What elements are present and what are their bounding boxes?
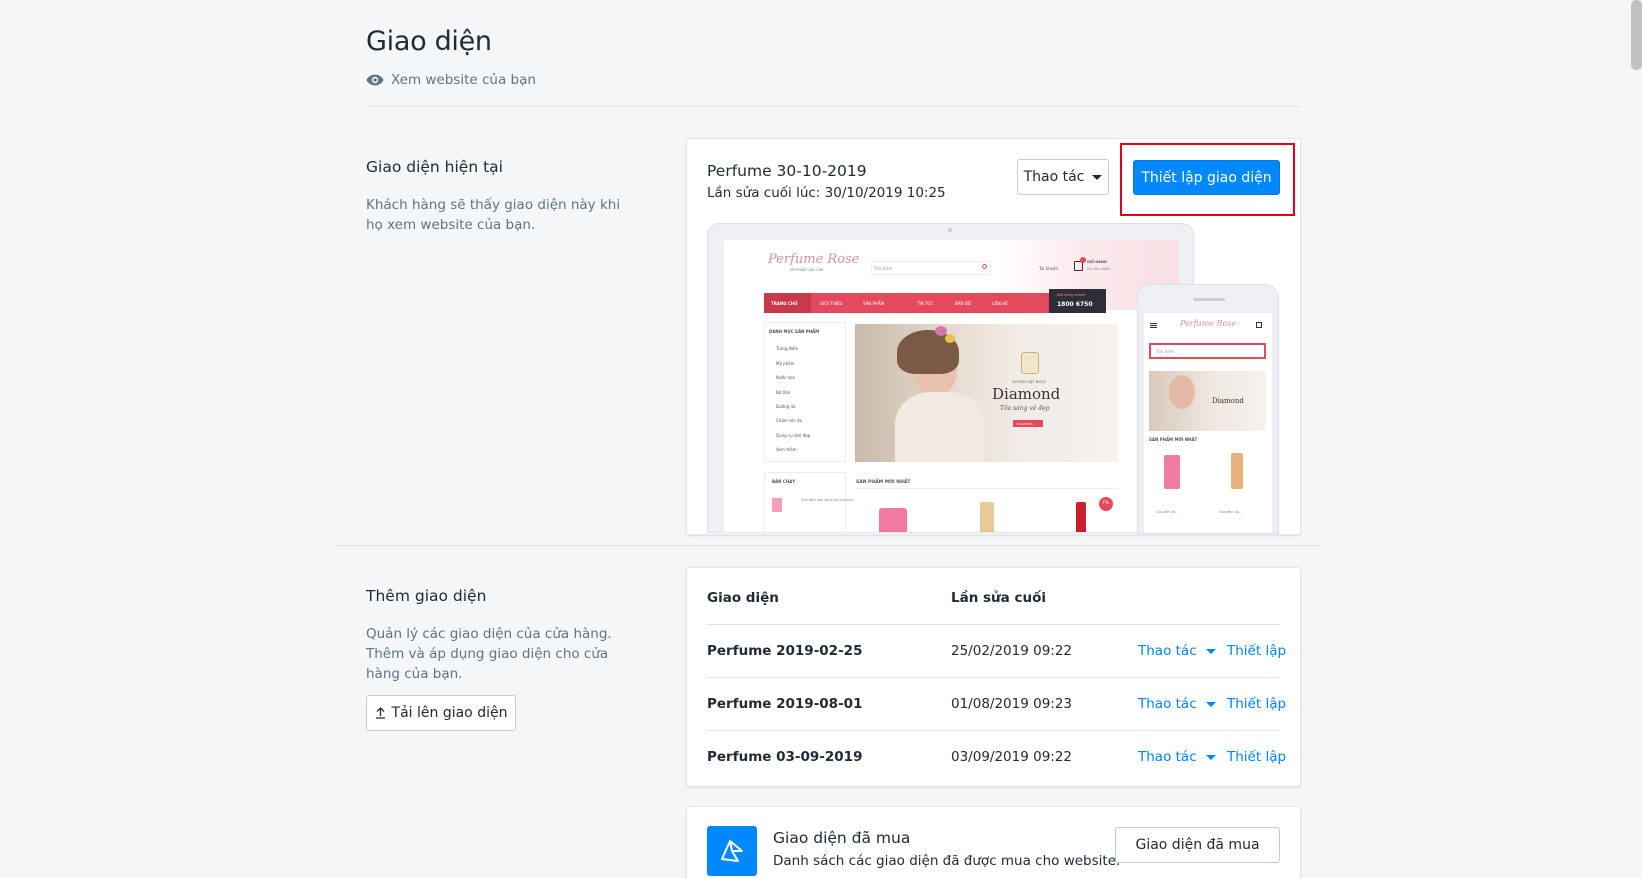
preview-nav-4: TIN TỨC xyxy=(917,301,934,306)
add-theme-desc: Quản lý các giao diện của cửa hàng. Thêm… xyxy=(366,626,612,682)
preview-banner-button: KHÁM PHÁ xyxy=(1017,422,1033,426)
caret-down-icon xyxy=(1092,174,1103,180)
last-edited-text: Lần sửa cuối lúc: 30/10/2019 10:25 xyxy=(707,185,946,201)
theme-row-actions-label: Thao tác xyxy=(1138,749,1197,765)
preview-hotline-label: Đặt hàng nhanh xyxy=(1057,293,1086,297)
preview-nav-3: SẢN PHẨM xyxy=(863,301,885,306)
col-theme-header: Giao diện xyxy=(707,590,779,606)
desktop-preview-screen: Perfume Rose MỸ PHẨM CAO CẤP Tìm kiếm Tà… xyxy=(724,240,1179,532)
mobile-item-2: Sữa tắm Sp... xyxy=(1219,510,1243,514)
theme-actions-dropdown[interactable]: Thao tác xyxy=(1017,159,1109,195)
col-edited-header: Lần sửa cuối xyxy=(951,590,1046,606)
add-theme-title: Thêm giao diện xyxy=(366,587,487,605)
preview-cat-6: Chăm sóc da xyxy=(776,418,802,423)
eye-icon xyxy=(366,74,384,86)
preview-cart: GIỎ HÀNG xyxy=(1087,260,1107,264)
desktop-preview: Perfume Rose MỸ PHẨM CAO CẤP Tìm kiếm Tà… xyxy=(707,223,1194,533)
mobile-preview-screen: Perfume Rose Tìm kiếm Diamond SẢN PHẨM M… xyxy=(1144,313,1272,533)
preview-search: Tìm kiếm xyxy=(874,266,893,271)
purchased-themes-icon xyxy=(707,826,757,876)
current-theme-title: Giao diện hiện tại xyxy=(366,158,503,176)
page-title: Giao diện xyxy=(366,26,492,57)
preview-cat-8: Xem thêm xyxy=(776,447,797,452)
preview-banner xyxy=(855,324,1118,462)
theme-row-actions-label: Thao tác xyxy=(1138,643,1197,659)
current-theme-desc: Khách hàng sẽ thấy giao diện này khi họ … xyxy=(366,197,621,233)
preview-cat-1: Trang điểm xyxy=(776,346,799,351)
preview-banner-title: Diamond xyxy=(992,385,1061,403)
scrollbar-thumb[interactable] xyxy=(1631,0,1642,70)
theme-row-name: Perfume 2019-08-01 xyxy=(707,696,863,712)
preview-logo-sub: MỸ PHẨM CAO CẤP xyxy=(790,268,824,272)
row-divider xyxy=(707,730,1280,731)
theme-row-setup-link[interactable]: Thiết lập xyxy=(1227,643,1286,659)
header-divider xyxy=(366,106,1300,107)
preview-nav-6: LIÊN HỆ xyxy=(992,301,1008,306)
view-website-label: Xem website của bạn xyxy=(391,72,536,88)
preview-new-products: SẢN PHẨM MỚI NHẤT xyxy=(856,480,911,485)
preview-cart-sub: (0) sản phẩm xyxy=(1087,267,1111,271)
preview-bestseller-item: Sữa tắm làm sáng da Victoria xyxy=(801,498,853,502)
preview-hotline: 1800 6750 xyxy=(1057,301,1093,308)
mobile-banner-title: Diamond xyxy=(1212,397,1244,405)
preview-cat-4: Bộ tắm xyxy=(776,390,791,395)
purchased-themes-button[interactable]: Giao diện đã mua xyxy=(1115,827,1280,863)
theme-row-actions[interactable]: Thao tác xyxy=(1138,696,1216,712)
caret-down-icon xyxy=(1205,648,1216,654)
theme-row-actions-label: Thao tác xyxy=(1138,696,1197,712)
preview-cat-7: Dụng cụ làm đẹp xyxy=(776,433,811,438)
preview-nav-1: TRANG CHỦ xyxy=(771,301,798,306)
preview-account: Tài khoản xyxy=(1039,266,1059,271)
theme-actions-label: Thao tác xyxy=(1023,169,1085,185)
theme-row-date: 25/02/2019 09:22 xyxy=(951,643,1073,659)
mobile-logo: Perfume Rose xyxy=(1180,319,1237,328)
theme-row-actions[interactable]: Thao tác xyxy=(1138,749,1216,765)
purchased-themes-desc: Danh sách các giao diện đã được mua cho … xyxy=(773,853,1121,869)
mobile-item-1: Sữa tắm tẩ... xyxy=(1156,510,1179,514)
preview-category-title: DANH MỤC SẢN PHẨM xyxy=(769,329,820,334)
preview-cat-5: Dưỡng da xyxy=(776,404,796,409)
preview-banner-script: Tỏa sáng vẻ đẹp xyxy=(1000,405,1050,412)
section-divider xyxy=(333,545,1319,546)
view-website-link[interactable]: Xem website của bạn xyxy=(366,72,536,88)
upload-theme-button[interactable]: Tải lên giao diện xyxy=(366,695,516,731)
theme-row-name: Perfume 03-09-2019 xyxy=(707,749,863,765)
preview-cat-2: Mỹ phẩm xyxy=(776,361,795,366)
theme-row-setup-link[interactable]: Thiết lập xyxy=(1227,749,1286,765)
row-divider xyxy=(707,677,1280,678)
upload-icon xyxy=(375,707,385,719)
caret-down-icon xyxy=(1205,754,1216,760)
theme-row-date: 03/09/2019 09:22 xyxy=(951,749,1073,765)
upload-theme-label: Tải lên giao diện xyxy=(391,705,508,721)
mobile-preview: Perfume Rose Tìm kiếm Diamond SẢN PHẨM M… xyxy=(1137,284,1279,534)
mobile-new-products: SẢN PHẨM MỚI NHẤT xyxy=(1149,437,1198,442)
current-theme-name: Perfume 30-10-2019 xyxy=(707,162,867,180)
purchased-themes-button-label: Giao diện đã mua xyxy=(1135,837,1260,853)
preview-logo: Perfume Rose xyxy=(768,252,860,267)
theme-row-actions[interactable]: Thao tác xyxy=(1138,643,1216,659)
preview-discount-badge: 7% xyxy=(1102,501,1110,506)
theme-row-setup-link[interactable]: Thiết lập xyxy=(1227,696,1286,712)
preview-bestseller: BÁN CHẠY xyxy=(772,479,796,484)
table-header-divider xyxy=(707,624,1280,625)
purchased-themes-title: Giao diện đã mua xyxy=(773,829,911,847)
theme-row-name: Perfume 2019-02-25 xyxy=(707,643,863,659)
highlight-frame xyxy=(1120,143,1295,216)
preview-nav-2: GIỚI THIỆU xyxy=(820,301,843,306)
preview-cat-3: Nước hoa xyxy=(776,375,795,380)
preview-banner-small: DƯƠNG HẬT NGỌC xyxy=(1012,380,1047,384)
mobile-search: Tìm kiếm xyxy=(1156,349,1175,354)
caret-down-icon xyxy=(1205,701,1216,707)
preview-nav-5: BẢN ĐỒ xyxy=(955,301,971,306)
theme-row-date: 01/08/2019 09:23 xyxy=(951,696,1073,712)
